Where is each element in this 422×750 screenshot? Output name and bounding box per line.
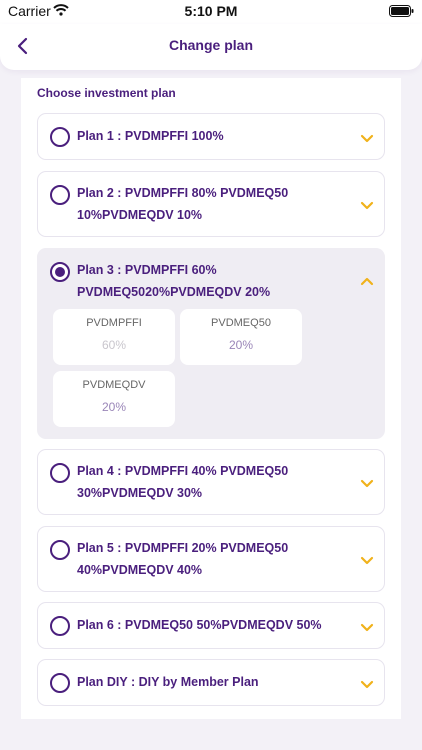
plan-label: Plan 3 : PVDMPFFI 60% PVDMEQ5020%PVDMEQDV… [77, 263, 271, 299]
plan-option-4[interactable]: Plan 4 : PVDMPFFI 40% PVDMEQ50 30%PVDMEQD… [37, 449, 385, 515]
chevron-down-icon[interactable] [360, 555, 374, 565]
plan-option-5[interactable]: Plan 5 : PVDMPFFI 20% PVDMEQ50 40%PVDMEQD… [37, 526, 385, 592]
radio-icon[interactable] [50, 616, 70, 636]
status-bar: Carrier 5:10 PM [0, 0, 422, 24]
chevron-up-icon[interactable] [360, 277, 374, 287]
status-time: 5:10 PM [184, 3, 238, 19]
nav-bar: Change plan [0, 24, 422, 70]
fund-name: PVDMEQ50 [211, 317, 271, 329]
chevron-down-icon[interactable] [360, 622, 374, 632]
fund-percent: 20% [101, 400, 127, 414]
chevron-down-icon[interactable] [360, 133, 374, 143]
radio-icon[interactable] [50, 540, 70, 560]
fund-percent: 60% [101, 338, 127, 352]
plan-label: Plan 2 : PVDMPFFI 80% PVDMEQ50 10%PVDMEQD… [77, 186, 289, 222]
plan-label: Plan DIY : DIY by Member Plan [77, 675, 259, 689]
plan-option-3[interactable]: Plan 3 : PVDMPFFI 60% PVDMEQ5020%PVDMEQDV… [37, 248, 385, 439]
plan-option-6[interactable]: Plan 6 : PVDMEQ50 50%PVDMEQDV 50% [37, 602, 385, 649]
plan-label: Plan 6 : PVDMEQ50 50%PVDMEQDV 50% [77, 618, 322, 632]
fund-name: PVDMEQDV [82, 379, 146, 391]
fund-tile: PVDMEQ50 20% [180, 309, 302, 365]
plan-label: Plan 1 : PVDMPFFI 100% [77, 129, 224, 143]
radio-icon[interactable] [50, 262, 70, 282]
battery-icon [389, 5, 414, 17]
plan-label: Plan 5 : PVDMPFFI 20% PVDMEQ50 40%PVDMEQD… [77, 541, 289, 577]
plan-option-2[interactable]: Plan 2 : PVDMPFFI 80% PVDMEQ50 10%PVDMEQD… [37, 171, 385, 237]
fund-name: PVDMPFFI [86, 317, 142, 329]
plan-list-card: Choose investment plan Plan 1 : PVDMPFFI… [21, 78, 401, 719]
page-title: Change plan [168, 37, 253, 53]
fund-tile: PVDMEQDV 20% [53, 371, 175, 427]
plan-option-1[interactable]: Plan 1 : PVDMPFFI 100% [37, 113, 385, 160]
chevron-down-icon[interactable] [360, 478, 374, 488]
fund-percent: 20% [228, 338, 254, 352]
section-title: Choose investment plan [37, 86, 176, 100]
plan-label: Plan 4 : PVDMPFFI 40% PVDMEQ50 30%PVDMEQD… [77, 464, 289, 500]
chevron-down-icon[interactable] [360, 679, 374, 689]
fund-tile: PVDMPFFI 60% [53, 309, 175, 365]
radio-icon[interactable] [50, 127, 70, 147]
radio-icon[interactable] [50, 673, 70, 693]
plan-option-diy[interactable]: Plan DIY : DIY by Member Plan [37, 659, 385, 706]
radio-icon[interactable] [50, 463, 70, 483]
chevron-down-icon[interactable] [360, 200, 374, 210]
radio-icon[interactable] [50, 185, 70, 205]
